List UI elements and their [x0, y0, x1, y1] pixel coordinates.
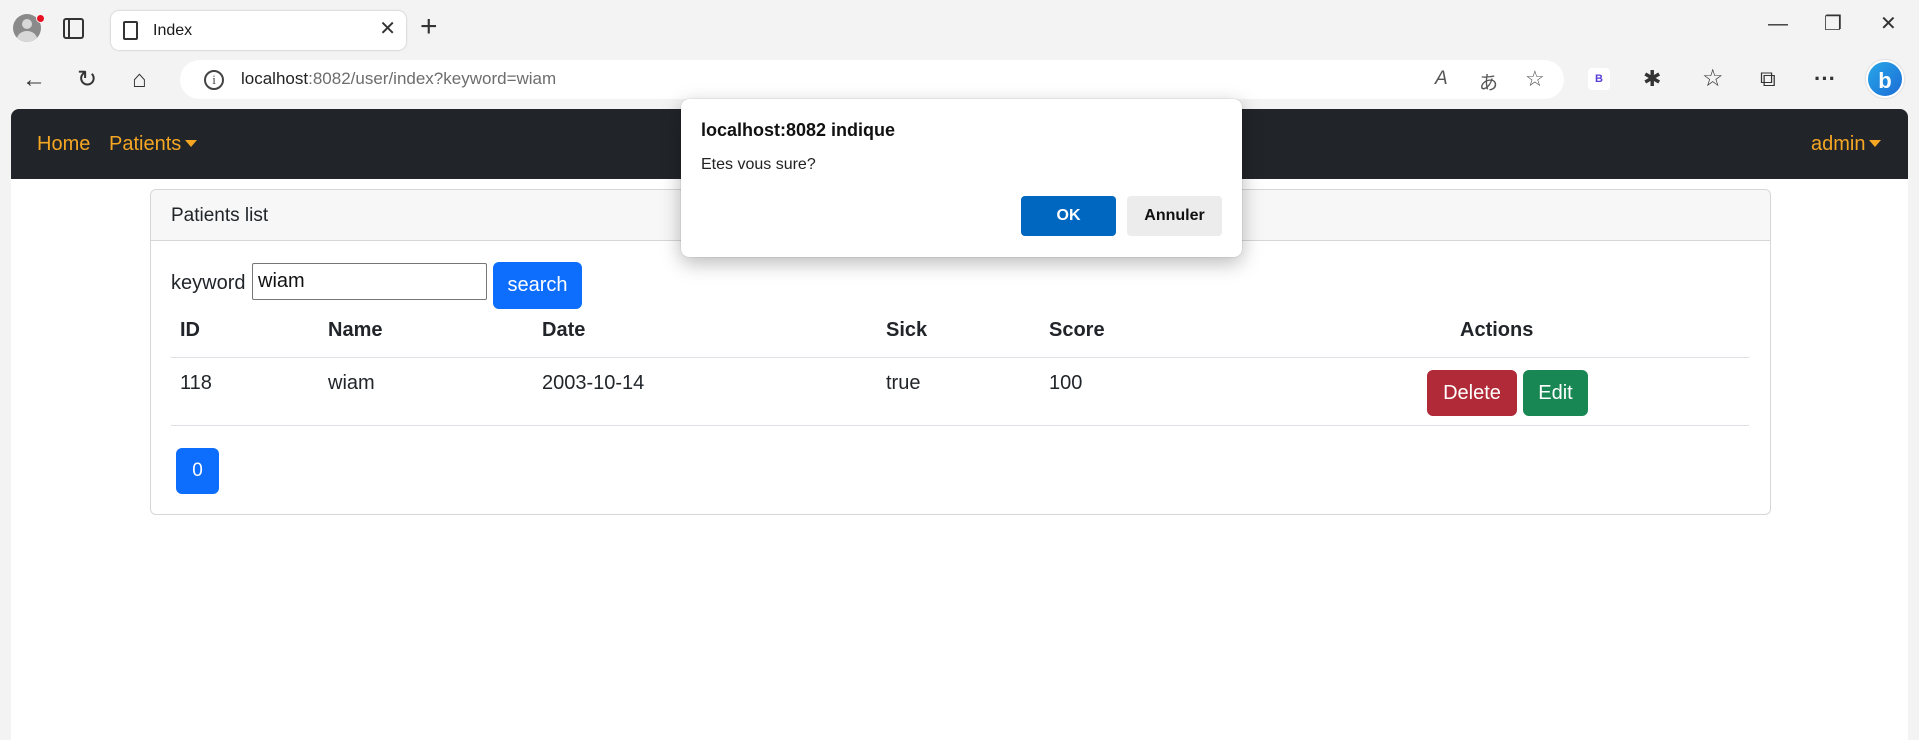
- url-host: localhost: [241, 69, 309, 88]
- caret-down-icon: [1869, 140, 1882, 147]
- user-menu-dropdown[interactable]: admin: [1811, 133, 1882, 156]
- table-row-divider: [171, 425, 1749, 426]
- address-bar[interactable]: i localhost:8082/user/index?keyword=wiam…: [180, 60, 1564, 99]
- restore-icon[interactable]: ❐: [1824, 14, 1842, 34]
- nav-home-link[interactable]: Home: [37, 133, 90, 156]
- reload-icon[interactable]: ↻: [77, 67, 97, 93]
- extensions-icon[interactable]: ✱: [1643, 66, 1661, 92]
- header-sick: Sick: [886, 319, 928, 341]
- cell-id: 118: [180, 372, 212, 394]
- url-path: :8082/user/index?keyword=wiam: [308, 69, 557, 88]
- table-header-divider: [171, 357, 1749, 358]
- confirm-dialog: localhost:8082 indique Etes vous sure? O…: [681, 99, 1242, 257]
- page-button-0[interactable]: 0: [176, 448, 219, 494]
- collections-icon[interactable]: ⧉: [1760, 66, 1776, 92]
- tab-close-icon[interactable]: ✕: [379, 19, 396, 39]
- keyword-input[interactable]: [252, 263, 487, 300]
- user-name: admin: [1811, 133, 1866, 155]
- card-title: Patients list: [171, 205, 269, 226]
- dialog-title: localhost:8082 indique: [701, 120, 896, 140]
- header-name: Name: [328, 319, 383, 341]
- header-date: Date: [542, 319, 586, 341]
- site-info-icon[interactable]: i: [204, 70, 224, 90]
- tab-title: Index: [153, 22, 193, 39]
- back-icon[interactable]: ←: [22, 67, 46, 93]
- minimize-icon[interactable]: —: [1768, 14, 1788, 34]
- cell-sick: true: [886, 372, 921, 394]
- url-text[interactable]: localhost:8082/user/index?keyword=wiam: [241, 69, 556, 89]
- dialog-ok-button[interactable]: OK: [1021, 196, 1116, 236]
- cell-date: 2003-10-14: [542, 372, 645, 394]
- extension-b-icon[interactable]: B: [1588, 68, 1610, 90]
- edit-button[interactable]: Edit: [1523, 370, 1588, 416]
- cell-name: wiam: [328, 372, 375, 394]
- window-close-icon[interactable]: ✕: [1880, 14, 1897, 34]
- header-id: ID: [180, 319, 200, 341]
- read-aloud-icon[interactable]: A: [1435, 68, 1448, 90]
- keyword-label: keyword: [171, 272, 246, 294]
- page-icon: [123, 21, 138, 40]
- search-button[interactable]: search: [493, 262, 582, 309]
- home-icon[interactable]: ⌂: [132, 67, 147, 93]
- caret-down-icon: [185, 140, 198, 147]
- nav-patients-dropdown[interactable]: Patients: [109, 133, 198, 156]
- cell-score: 100: [1049, 372, 1083, 394]
- nav-patients-label: Patients: [109, 133, 182, 155]
- add-favorite-icon[interactable]: ☆: [1525, 66, 1545, 92]
- browser-tab[interactable]: Index ✕: [111, 11, 406, 50]
- browser-tab-strip: Index ✕ + — ❐ ✕: [0, 0, 1919, 58]
- delete-button[interactable]: Delete: [1427, 370, 1517, 416]
- notification-dot: [36, 14, 45, 23]
- header-actions: Actions: [1460, 319, 1534, 341]
- more-options-icon[interactable]: ···: [1814, 66, 1836, 92]
- tab-actions-icon[interactable]: [63, 18, 84, 39]
- copilot-icon[interactable]: b: [1866, 60, 1904, 98]
- translate-icon[interactable]: あ: [1479, 68, 1498, 95]
- new-tab-icon[interactable]: +: [420, 12, 438, 42]
- dialog-cancel-button[interactable]: Annuler: [1127, 196, 1222, 236]
- favorites-icon[interactable]: ☆: [1702, 66, 1724, 92]
- dialog-message: Etes vous sure?: [701, 156, 816, 173]
- header-score: Score: [1049, 319, 1105, 341]
